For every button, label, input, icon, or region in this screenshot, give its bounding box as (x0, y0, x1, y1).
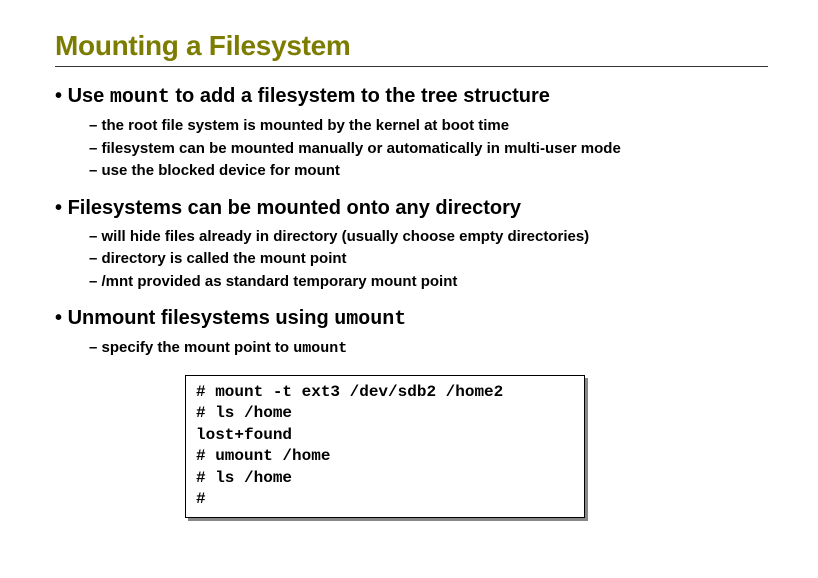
sub-item: filesystem can be mounted manually or au… (89, 138, 768, 161)
sub-item: the root file system is mounted by the k… (89, 115, 768, 138)
main-bullet-3: Unmount filesystems using umount (55, 307, 768, 331)
bullet2-prefix: Filesystems can be mounted onto any dire… (68, 197, 521, 219)
bullet3-prefix: Unmount filesystems using (68, 307, 335, 329)
sub-item-special: specify the mount point to umount (89, 337, 768, 361)
code-example-box: # mount -t ext3 /dev/sdb2 /home2 # ls /h… (185, 375, 585, 519)
sub-item: use the blocked device for mount (89, 160, 768, 183)
sub-item: directory is called the mount point (89, 248, 768, 271)
sub3-text: specify the mount point to (102, 339, 294, 356)
sub-list-2: will hide files already in directory (us… (89, 226, 768, 294)
sub-list-3: specify the mount point to umount (89, 337, 768, 361)
title-divider (55, 66, 768, 67)
sub3-mono: umount (293, 340, 347, 357)
sub-item: /mnt provided as standard temporary moun… (89, 271, 768, 294)
bullet3-mono: umount (334, 308, 406, 331)
sub-item: will hide files already in directory (us… (89, 226, 768, 249)
bullet1-mono: mount (110, 86, 170, 109)
slide-title: Mounting a Filesystem (55, 30, 768, 62)
main-bullet-1: Use mount to add a filesystem to the tre… (55, 85, 768, 109)
main-bullet-2: Filesystems can be mounted onto any dire… (55, 197, 768, 220)
bullet1-prefix: Use (68, 85, 110, 107)
sub-list-1: the root file system is mounted by the k… (89, 115, 768, 183)
bullet1-after: to add a filesystem to the tree structur… (170, 85, 550, 107)
